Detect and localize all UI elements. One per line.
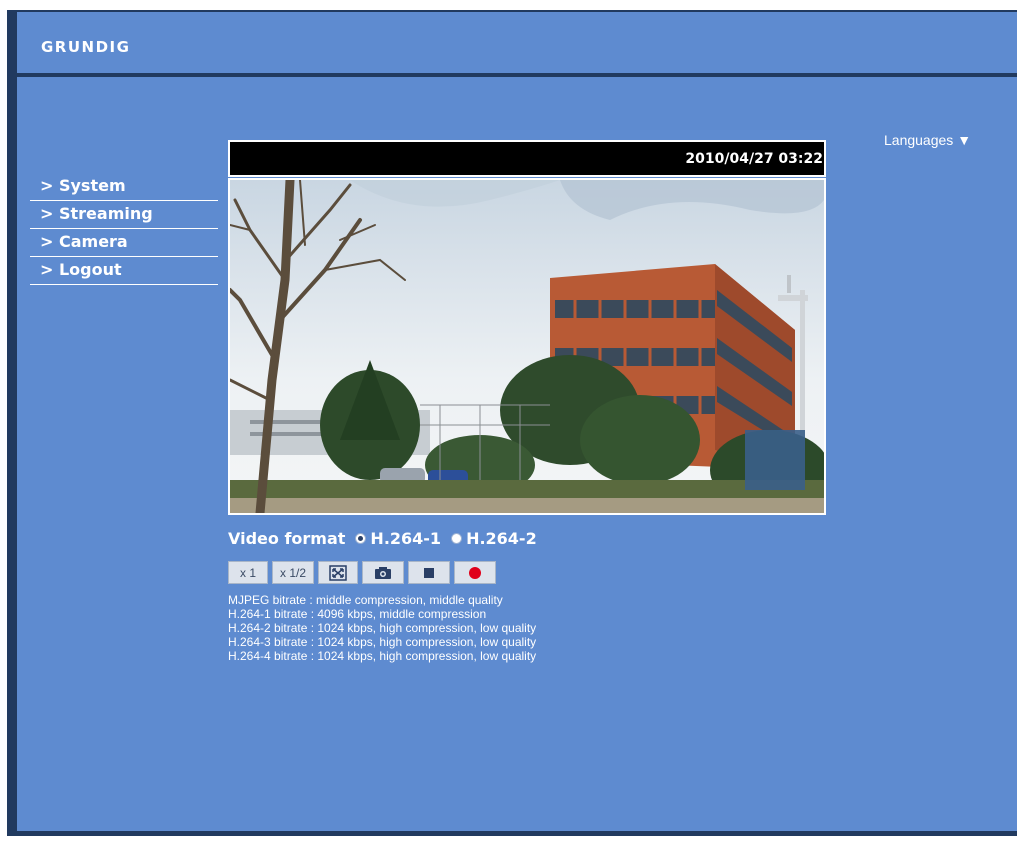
- live-video-view[interactable]: [228, 178, 826, 515]
- zoom-x1-button[interactable]: x 1: [228, 561, 268, 584]
- video-format-label: Video format: [228, 529, 346, 548]
- header-bar: GRUNDIG: [17, 12, 1017, 77]
- nav-item-streaming[interactable]: > Streaming: [30, 201, 218, 229]
- nav-item-camera[interactable]: > Camera: [30, 229, 218, 257]
- video-timestamp-bar: 2010/04/27 03:22: [228, 140, 826, 177]
- chevron-down-icon: ▼: [957, 132, 972, 148]
- video-format-row: Video format H.264-1 H.264-2: [228, 529, 537, 548]
- bitrate-line-h264-4: H.264-4 bitrate : 1024 kbps, high compre…: [228, 649, 537, 663]
- radio-checked-icon[interactable]: [355, 533, 367, 544]
- nav-item-logout[interactable]: > Logout: [30, 257, 218, 285]
- nav-item-system[interactable]: > System: [30, 173, 218, 201]
- radio-unchecked-icon[interactable]: [451, 533, 463, 544]
- video-format-option-label: H.264-2: [466, 529, 537, 548]
- bitrate-line-h264-2: H.264-2 bitrate : 1024 kbps, high compre…: [228, 621, 537, 635]
- languages-label: Languages: [884, 132, 954, 148]
- snapshot-button[interactable]: [362, 561, 404, 584]
- bitrate-line-h264-3: H.264-3 bitrate : 1024 kbps, high compre…: [228, 635, 537, 649]
- camera-icon: [375, 566, 391, 579]
- fullscreen-icon: [329, 564, 347, 581]
- stop-button[interactable]: [408, 561, 450, 584]
- bitrate-line-h264-1: H.264-1 bitrate : 4096 kbps, middle comp…: [228, 607, 487, 621]
- sidebar-nav: > System > Streaming > Camera > Logout: [30, 173, 218, 285]
- bitrate-info: MJPEG bitrate : middle compression, midd…: [228, 593, 536, 663]
- bitrate-line-mjpeg: MJPEG bitrate : middle compression, midd…: [228, 593, 503, 607]
- record-button[interactable]: [454, 561, 496, 584]
- brand-logo: GRUNDIG: [41, 38, 131, 56]
- video-format-option-label: H.264-1: [370, 529, 442, 548]
- video-controls: x 1 x 1/2: [228, 561, 500, 584]
- page-frame: GRUNDIG Languages ▼ > System > Streaming…: [7, 10, 1017, 836]
- record-icon: [469, 566, 481, 579]
- video-timestamp: 2010/04/27 03:22: [685, 151, 823, 167]
- languages-menu[interactable]: Languages ▼: [884, 132, 971, 148]
- video-format-option-h264-1[interactable]: H.264-1: [355, 529, 441, 548]
- video-frame-image: [230, 180, 824, 513]
- video-format-option-h264-2[interactable]: H.264-2: [451, 529, 537, 548]
- fullscreen-button[interactable]: [318, 561, 358, 584]
- zoom-half-button[interactable]: x 1/2: [272, 561, 314, 584]
- stop-icon: [424, 567, 434, 578]
